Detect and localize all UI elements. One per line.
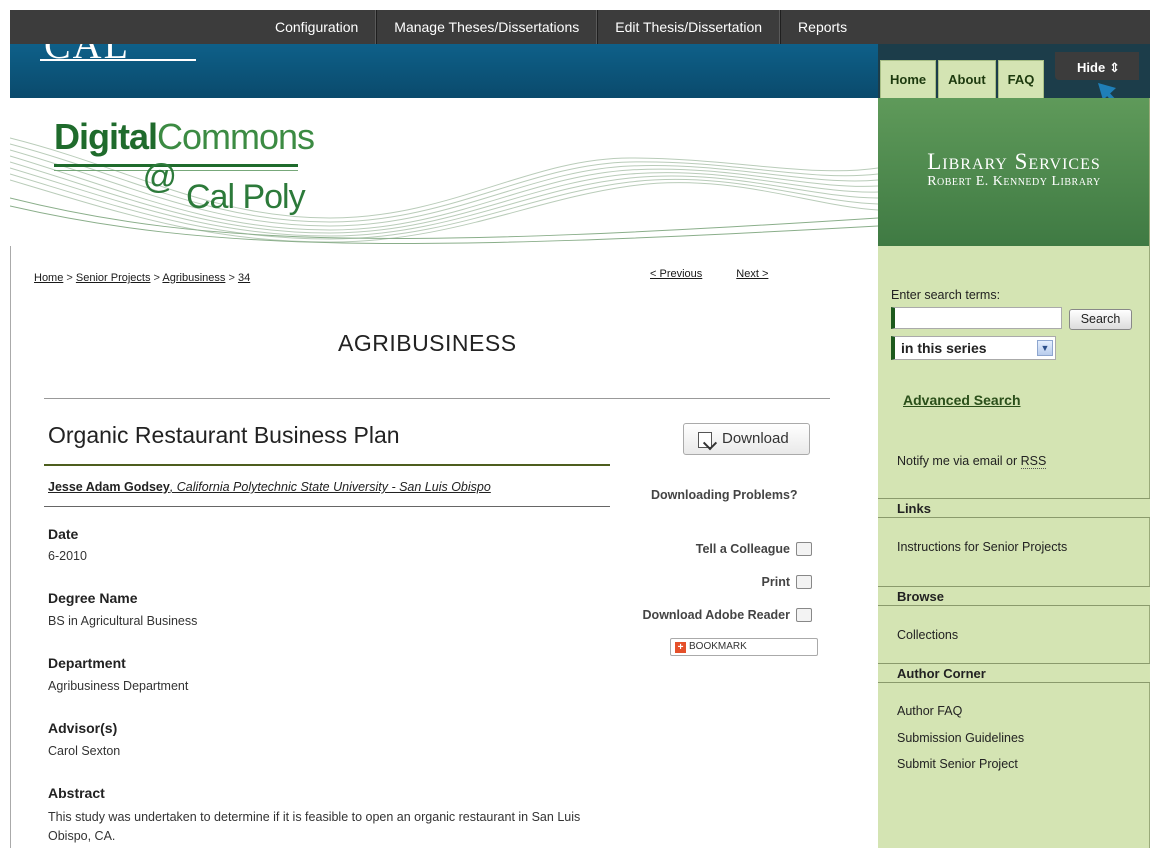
search-label: Enter search terms:: [891, 288, 1001, 302]
sidebar-link-author-faq[interactable]: Author FAQ: [897, 704, 962, 718]
email-icon: [796, 541, 812, 556]
admin-menu-manage-theses[interactable]: Manage Theses/Dissertations: [376, 10, 598, 44]
field-value-department: Agribusiness Department: [48, 679, 189, 693]
print-icon: [796, 574, 812, 589]
toggle-arrows-icon: ⇕: [1109, 60, 1121, 75]
share-links: Tell a Colleague Print Download Adobe Re…: [616, 532, 812, 631]
author-divider: [44, 506, 610, 507]
field-label-abstract: Abstract: [48, 785, 105, 801]
breadcrumb-senior-projects[interactable]: Senior Projects: [76, 272, 151, 284]
breadcrumb: Home > Senior Projects > Agribusiness > …: [34, 272, 251, 284]
logo-at-sign: @: [142, 158, 177, 196]
search-input[interactable]: [891, 307, 1062, 329]
sidebar-link-instructions[interactable]: Instructions for Senior Projects: [897, 540, 1067, 554]
search-scope-select[interactable]: in this series ▼: [891, 336, 1056, 360]
sidebar-link-submit-project[interactable]: Submit Senior Project: [897, 757, 1018, 771]
pager: < Previous Next >: [650, 268, 768, 280]
field-value-advisor: Carol Sexton: [48, 744, 121, 758]
author-link[interactable]: Jesse Adam Godsey: [48, 480, 170, 494]
tab-faq[interactable]: FAQ: [997, 60, 1045, 98]
chevron-down-icon: ▼: [1037, 340, 1053, 356]
breadcrumb-agribusiness[interactable]: Agribusiness: [162, 272, 225, 284]
print-link[interactable]: Print: [616, 565, 812, 598]
author-affiliation: , California Polytechnic State Universit…: [169, 480, 491, 494]
author-line: Jesse Adam Godsey, California Polytechni…: [48, 480, 491, 494]
admin-menu: Configuration Manage Theses/Dissertation…: [258, 10, 865, 44]
sidebar-section-links: Links: [878, 498, 1150, 518]
field-label-date: Date: [48, 526, 79, 542]
sidebar-link-collections[interactable]: Collections: [897, 628, 958, 642]
download-icon: [698, 432, 712, 448]
field-label-advisor: Advisor(s): [48, 720, 118, 736]
addthis-icon: +: [675, 642, 686, 653]
rss-link[interactable]: RSS: [1020, 454, 1047, 469]
breadcrumb-current[interactable]: 34: [238, 272, 250, 284]
sidebar-section-browse: Browse: [878, 586, 1150, 606]
article-title: Organic Restaurant Business Plan: [48, 422, 400, 448]
admin-menu-configuration[interactable]: Configuration: [258, 10, 377, 44]
previous-link[interactable]: < Previous: [650, 268, 702, 280]
downloading-problems-link[interactable]: Downloading Problems?: [651, 488, 798, 502]
abstract-text: This study was undertaken to determine i…: [48, 810, 581, 843]
hide-admin-bar-button[interactable]: Hide ⇕: [1055, 52, 1139, 80]
series-title: AGRIBUSINESS: [338, 330, 517, 356]
field-value-degree: BS in Agricultural Business: [48, 614, 198, 628]
tell-colleague-link[interactable]: Tell a Colleague: [616, 532, 812, 565]
sidebar-section-author-corner: Author Corner: [878, 663, 1150, 683]
next-link[interactable]: Next >: [736, 268, 768, 280]
title-divider: [44, 464, 610, 466]
digital-commons-logo[interactable]: DigitalCommons: [54, 116, 315, 158]
breadcrumb-home[interactable]: Home: [34, 272, 63, 284]
field-label-department: Department: [48, 655, 126, 671]
field-value-date: 6-2010: [48, 549, 87, 563]
site-tabs: Home About FAQ: [880, 60, 1045, 98]
admin-menu-reports[interactable]: Reports: [780, 10, 865, 44]
field-label-degree: Degree Name: [48, 590, 138, 606]
divider: [44, 398, 830, 399]
tab-home[interactable]: Home: [880, 60, 937, 98]
download-button[interactable]: Download: [683, 423, 810, 455]
admin-menu-edit-thesis[interactable]: Edit Thesis/Dissertation: [597, 10, 781, 44]
library-title: Library Services Robert E. Kennedy Libra…: [927, 149, 1101, 190]
adobe-reader-link[interactable]: Download Adobe Reader: [616, 598, 812, 631]
tab-about[interactable]: About: [938, 60, 996, 98]
notify-line: Notify me via email or RSS: [897, 454, 1047, 469]
logo-cal-poly: Cal Poly: [186, 178, 306, 216]
institution-logo[interactable]: CAL POLY: [40, 44, 196, 66]
pdf-icon: [796, 607, 812, 622]
bookmark-button[interactable]: + BOOKMARK: [670, 638, 818, 656]
sidebar-link-submission-guidelines[interactable]: Submission Guidelines: [897, 731, 1024, 745]
advanced-search-link[interactable]: Advanced Search: [903, 392, 1021, 408]
search-button[interactable]: Search: [1069, 309, 1132, 330]
